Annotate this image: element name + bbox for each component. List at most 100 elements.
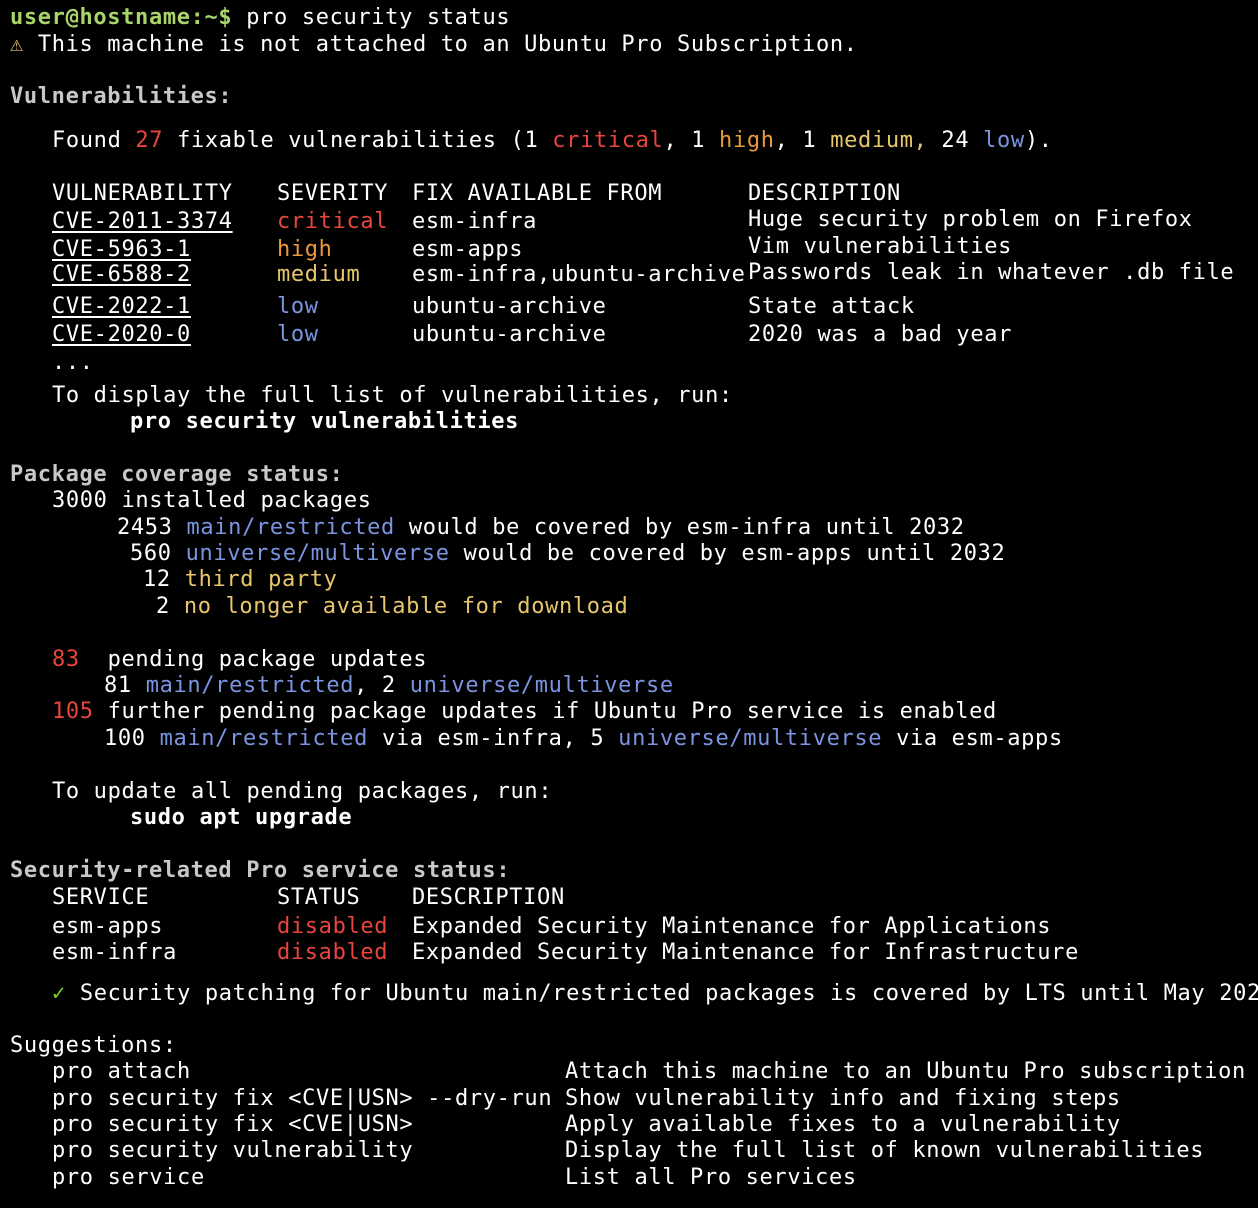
vuln-description: Huge security problem on Firefox bbox=[748, 207, 1193, 232]
coverage-label: no longer available for download bbox=[183, 594, 629, 619]
vuln-description: State attack bbox=[748, 294, 915, 319]
summary-critical: critical bbox=[552, 128, 664, 153]
service-name: esm-infra bbox=[52, 940, 178, 965]
coverage-label: universe/multiverse bbox=[185, 541, 450, 566]
col-service: SERVICE bbox=[52, 885, 150, 910]
coverage-count: 2453 bbox=[117, 515, 173, 540]
further-breakdown: 100 main/restricted via esm-infra, 5 uni… bbox=[104, 726, 1063, 752]
summary-low: low bbox=[983, 128, 1025, 153]
fix-source: esm-apps bbox=[412, 237, 524, 262]
vuln-description: Passwords leak in whatever .db file bbox=[748, 260, 1235, 285]
pending-label: pending package updates bbox=[107, 647, 428, 672]
shell-prompt: user@hostname:~$ bbox=[10, 5, 233, 30]
check-icon: ✓ bbox=[52, 981, 66, 1006]
severity-low: low bbox=[277, 322, 319, 347]
summary-medium: medium, bbox=[830, 128, 928, 153]
summary-end: ). bbox=[1024, 128, 1053, 153]
col-service-description: DESCRIPTION bbox=[412, 885, 565, 910]
severity-low: low bbox=[277, 294, 319, 319]
service-description: Expanded Security Maintenance for Infras… bbox=[412, 940, 1079, 965]
command-text: pro security status bbox=[246, 5, 511, 30]
vulnerabilities-hint: To display the full list of vulnerabilit… bbox=[52, 383, 733, 408]
coverage-item: 12 third party bbox=[143, 567, 338, 593]
col-vulnerability: VULNERABILITY bbox=[52, 181, 233, 206]
further-count: 105 bbox=[52, 699, 94, 724]
summary-fixable: fixable vulnerabilities (1 bbox=[177, 128, 539, 153]
coverage-note: would be covered by esm-infra until 2032 bbox=[408, 515, 965, 540]
suggestion-description: Display the full list of known vulnerabi… bbox=[565, 1138, 1205, 1163]
cve-link[interactable]: CVE-2020-0 bbox=[52, 322, 191, 348]
coverage-label: main/restricted bbox=[186, 515, 395, 540]
severity-critical: critical bbox=[277, 209, 389, 234]
further-universe: universe/multiverse bbox=[618, 726, 883, 751]
vulnerability-summary: Found 27 fixable vulnerabilities (1 crit… bbox=[52, 128, 1053, 154]
suggestion-command: pro service bbox=[52, 1165, 205, 1190]
further-main: main/restricted bbox=[159, 726, 369, 751]
warning-icon: ⚠ bbox=[10, 32, 24, 57]
service-description: Expanded Security Maintenance for Applic… bbox=[412, 914, 1052, 939]
services-heading: Security-related Pro service status: bbox=[10, 858, 511, 883]
vuln-description: 2020 was a bad year bbox=[748, 322, 1013, 347]
summary-sep: 24 bbox=[941, 128, 970, 153]
pending-universe: universe/multiverse bbox=[409, 673, 674, 698]
cve-link[interactable]: CVE-2022-1 bbox=[52, 294, 191, 320]
col-status: STATUS bbox=[277, 885, 361, 910]
attach-warning: ⚠ This machine is not attached to an Ubu… bbox=[10, 32, 858, 58]
coverage-count: 12 bbox=[143, 567, 171, 592]
coverage-count: 2 bbox=[156, 594, 170, 619]
service-name: esm-apps bbox=[52, 914, 164, 939]
service-status: disabled bbox=[277, 940, 389, 965]
cve-link[interactable]: CVE-2011-3374 bbox=[52, 209, 233, 235]
suggestion-command: pro security fix <CVE|USN> bbox=[52, 1112, 414, 1137]
summary-sep: , 1 bbox=[774, 128, 817, 153]
vuln-description: Vim vulnerabilities bbox=[748, 234, 1013, 259]
vulnerabilities-command: pro security vulnerabilities bbox=[130, 409, 520, 434]
suggestion-description: List all Pro services bbox=[565, 1165, 857, 1190]
lts-note-text: Security patching for Ubuntu main/restri… bbox=[79, 981, 1258, 1006]
coverage-heading: Package coverage status: bbox=[10, 462, 344, 487]
suggestion-command: pro security fix <CVE|USN> --dry-run bbox=[52, 1086, 553, 1111]
suggestion-description: Show vulnerability info and fixing steps bbox=[565, 1086, 1121, 1111]
command-line: user@hostname:~$ pro security status bbox=[10, 5, 510, 31]
suggestion-description: Attach this machine to an Ubuntu Pro sub… bbox=[565, 1059, 1246, 1084]
cve-link[interactable]: CVE-6588-2 bbox=[52, 262, 191, 288]
coverage-label: third party bbox=[184, 567, 338, 592]
coverage-note: would be covered by esm-apps until 2032 bbox=[463, 541, 1006, 566]
pending-sep: , 2 bbox=[354, 673, 396, 698]
ellipsis: ... bbox=[52, 350, 94, 375]
installed-label: installed packages bbox=[121, 488, 372, 513]
installed-packages: 3000 installed packages bbox=[52, 488, 372, 514]
col-fix-available: FIX AVAILABLE FROM bbox=[412, 181, 663, 206]
cve-link[interactable]: CVE-5963-1 bbox=[52, 237, 191, 263]
fix-source: esm-infra,ubuntu-archive bbox=[412, 262, 746, 287]
update-command: sudo apt upgrade bbox=[130, 805, 353, 830]
suggestion-command: pro security vulnerability bbox=[52, 1138, 414, 1163]
col-severity: SEVERITY bbox=[277, 181, 389, 206]
fix-source: ubuntu-archive bbox=[412, 294, 607, 319]
pending-breakdown: 81 main/restricted, 2 universe/multivers… bbox=[104, 673, 674, 699]
update-hint: To update all pending packages, run: bbox=[52, 779, 553, 804]
terminal-window[interactable]: user@hostname:~$ pro security status ⚠ T… bbox=[0, 0, 1258, 1208]
col-description: DESCRIPTION bbox=[748, 181, 901, 206]
lts-coverage-note: ✓ Security patching for Ubuntu main/rest… bbox=[52, 981, 1258, 1007]
severity-medium: medium bbox=[277, 262, 361, 287]
further-main-count: 100 bbox=[104, 726, 146, 751]
coverage-item: 2453 main/restricted would be covered by… bbox=[117, 515, 965, 541]
suggestion-command: pro attach bbox=[52, 1059, 191, 1084]
pending-count: 83 bbox=[52, 647, 80, 672]
coverage-item: 560 universe/multiverse would be covered… bbox=[130, 541, 1005, 567]
service-status: disabled bbox=[277, 914, 389, 939]
summary-found: Found bbox=[52, 128, 122, 153]
coverage-item: 2 no longer available for download bbox=[156, 594, 628, 620]
further-mid: via esm-infra, 5 bbox=[381, 726, 605, 751]
further-end: via esm-apps bbox=[896, 726, 1063, 751]
pending-main-count: 81 bbox=[104, 673, 132, 698]
summary-high: high bbox=[719, 128, 775, 153]
further-label: further pending package updates if Ubunt… bbox=[107, 699, 997, 724]
warning-text: This machine is not attached to an Ubunt… bbox=[37, 32, 858, 57]
fix-source: esm-infra bbox=[412, 209, 538, 234]
severity-high: high bbox=[277, 237, 333, 262]
vulnerabilities-heading: Vulnerabilities: bbox=[10, 84, 233, 109]
suggestion-description: Apply available fixes to a vulnerability bbox=[565, 1112, 1121, 1137]
further-updates: 105 further pending package updates if U… bbox=[52, 699, 997, 725]
